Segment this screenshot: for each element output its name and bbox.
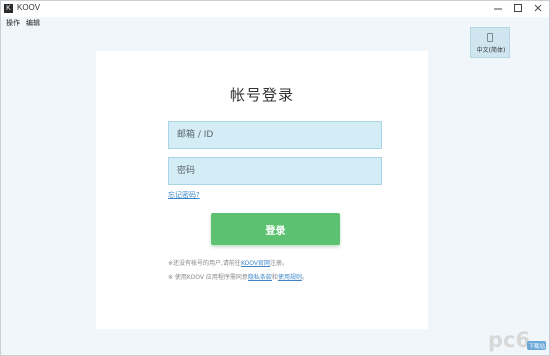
maximize-button[interactable] bbox=[508, 1, 528, 15]
language-selector[interactable]: 中文(简体) bbox=[470, 27, 510, 58]
login-button[interactable]: 登录 bbox=[211, 213, 340, 245]
koov-website-link[interactable]: KOOV官网 bbox=[241, 260, 270, 267]
watermark-text: pc6 bbox=[488, 328, 530, 352]
login-title: 帐号登录 bbox=[229, 86, 294, 104]
minimize-icon bbox=[494, 8, 502, 10]
register-note-suffix: 注册。 bbox=[270, 260, 289, 267]
pc6-watermark-logo: pc6 下载站 bbox=[488, 328, 546, 352]
register-note-prefix: ※还没有帐号的用户,请前往 bbox=[168, 260, 241, 267]
menu-item-operate[interactable]: 操作 bbox=[6, 18, 20, 28]
close-button[interactable] bbox=[528, 1, 548, 15]
app-window: K KOOV 操作 编辑 中文(简体) 帐号登录 忘记密码 bbox=[0, 0, 550, 356]
maximize-icon bbox=[514, 4, 522, 12]
title-bar: K KOOV bbox=[1, 1, 549, 17]
phone-icon bbox=[487, 33, 493, 42]
email-input[interactable] bbox=[168, 121, 382, 149]
watermark-sub-text: 下载站 bbox=[529, 342, 546, 350]
app-logo-icon: K bbox=[4, 4, 13, 13]
window-title: KOOV bbox=[17, 3, 41, 12]
menu-item-edit[interactable]: 编辑 bbox=[26, 18, 40, 28]
register-note: ※还没有帐号的用户,请前往KOOV官网注册。 bbox=[168, 258, 288, 267]
password-input[interactable] bbox=[168, 157, 382, 185]
terms-of-use-link[interactable]: 使用规则 bbox=[278, 274, 302, 281]
menu-bar: 操作 编辑 bbox=[1, 17, 549, 28]
close-icon bbox=[534, 4, 542, 12]
terms-note-prefix: ※ 使用KOOV 应用程序需同意 bbox=[168, 274, 248, 281]
terms-note: ※ 使用KOOV 应用程序需同意隐私条款和使用规则。 bbox=[168, 272, 308, 281]
minimize-button[interactable] bbox=[488, 1, 508, 15]
language-label: 中文(简体) bbox=[476, 47, 506, 54]
privacy-policy-link[interactable]: 隐私条款 bbox=[248, 274, 272, 281]
forgot-password-link[interactable]: 忘记密码? bbox=[168, 190, 200, 200]
login-card: 帐号登录 忘记密码? 登录 ※还没有帐号的用户,请前往KOOV官网注册。 ※ 使… bbox=[96, 51, 428, 329]
terms-note-suffix: 。 bbox=[301, 274, 308, 281]
